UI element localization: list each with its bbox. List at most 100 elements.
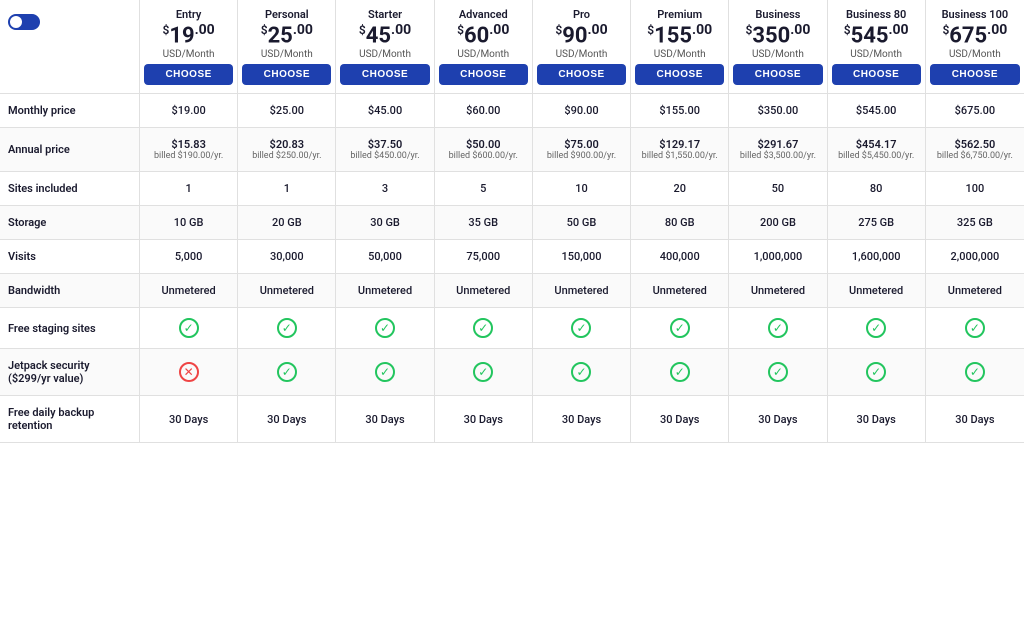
annual-price-main: $15.83 — [171, 138, 206, 151]
check-icon: ✓ — [277, 318, 297, 338]
cell-free_staging-8: ✓ — [926, 308, 1024, 348]
choose-button[interactable]: CHOOSE — [242, 64, 331, 85]
choose-button[interactable]: CHOOSE — [439, 64, 528, 85]
choose-button[interactable]: CHOOSE — [832, 64, 921, 85]
annual-price-sub: billed $1,550.00/yr. — [642, 151, 718, 161]
check-icon: ✓ — [768, 362, 788, 382]
cell-sites-8: 100 — [926, 172, 1024, 205]
cell-backup-6: 30 Days — [729, 396, 827, 442]
check-icon: ✓ — [670, 362, 690, 382]
cell-monthly_price-4: $90.00 — [533, 94, 631, 127]
plan-name: Personal — [242, 8, 331, 21]
plan-header-personal: Personal $25.00 USD/Month CHOOSE — [238, 0, 336, 93]
cell-annual_price-4: $75.00billed $900.00/yr. — [533, 128, 631, 171]
cell-sites-2: 3 — [336, 172, 434, 205]
cell-visits-1: 30,000 — [238, 240, 336, 273]
plan-name: Advanced — [439, 8, 528, 21]
cell-backup-4: 30 Days — [533, 396, 631, 442]
cell-annual_price-0: $15.83billed $190.00/yr. — [140, 128, 238, 171]
cell-jetpack-8: ✓ — [926, 349, 1024, 395]
plan-price: $19.00 — [144, 23, 233, 47]
cell-bandwidth-5: Unmetered — [631, 274, 729, 307]
check-icon: ✓ — [375, 318, 395, 338]
choose-button[interactable]: CHOOSE — [537, 64, 626, 85]
cell-free_staging-5: ✓ — [631, 308, 729, 348]
check-icon: ✓ — [670, 318, 690, 338]
annual-price-sub: billed $5,450.00/yr. — [838, 151, 914, 161]
cell-bandwidth-3: Unmetered — [435, 274, 533, 307]
plan-price: $155.00 — [635, 23, 724, 47]
row-visits: Visits5,00030,00050,00075,000150,000400,… — [0, 240, 1024, 274]
plan-header-advanced: Advanced $60.00 USD/Month CHOOSE — [435, 0, 533, 93]
choose-button[interactable]: CHOOSE — [144, 64, 233, 85]
plan-header-entry: Entry $19.00 USD/Month CHOOSE — [140, 0, 238, 93]
cell-storage-5: 80 GB — [631, 206, 729, 239]
cell-annual_price-6: $291.67billed $3,500.00/yr. — [729, 128, 827, 171]
cell-sites-7: 80 — [828, 172, 926, 205]
plan-price: $45.00 — [340, 23, 429, 47]
cell-storage-3: 35 GB — [435, 206, 533, 239]
cell-monthly_price-3: $60.00 — [435, 94, 533, 127]
plan-name: Starter — [340, 8, 429, 21]
cell-monthly_price-7: $545.00 — [828, 94, 926, 127]
cell-storage-8: 325 GB — [926, 206, 1024, 239]
check-icon: ✓ — [965, 318, 985, 338]
cell-monthly_price-6: $350.00 — [729, 94, 827, 127]
annual-price-main: $562.50 — [954, 138, 995, 151]
cell-free_staging-0: ✓ — [140, 308, 238, 348]
choose-button[interactable]: CHOOSE — [930, 64, 1020, 85]
cell-monthly_price-0: $19.00 — [140, 94, 238, 127]
cell-backup-1: 30 Days — [238, 396, 336, 442]
label-free_staging: Free staging sites — [0, 308, 140, 348]
cell-storage-0: 10 GB — [140, 206, 238, 239]
annual-price-sub: billed $600.00/yr. — [449, 151, 518, 161]
cell-jetpack-3: ✓ — [435, 349, 533, 395]
choose-button[interactable]: CHOOSE — [635, 64, 724, 85]
cell-visits-2: 50,000 — [336, 240, 434, 273]
annual-price-main: $129.17 — [659, 138, 700, 151]
cell-visits-5: 400,000 — [631, 240, 729, 273]
plan-header-pro: Pro $90.00 USD/Month CHOOSE — [533, 0, 631, 93]
plan-currency: USD/Month — [635, 49, 724, 60]
cell-storage-7: 275 GB — [828, 206, 926, 239]
plan-name: Entry — [144, 8, 233, 21]
cell-bandwidth-7: Unmetered — [828, 274, 926, 307]
cell-annual_price-2: $37.50billed $450.00/yr. — [336, 128, 434, 171]
row-free_staging: Free staging sites✓✓✓✓✓✓✓✓✓ — [0, 308, 1024, 349]
plan-currency: USD/Month — [733, 49, 822, 60]
row-bandwidth: BandwidthUnmeteredUnmeteredUnmeteredUnme… — [0, 274, 1024, 308]
annual-price-sub: billed $900.00/yr. — [547, 151, 616, 161]
choose-button[interactable]: CHOOSE — [340, 64, 429, 85]
cell-bandwidth-2: Unmetered — [336, 274, 434, 307]
plan-currency: USD/Month — [930, 49, 1020, 60]
cell-sites-1: 1 — [238, 172, 336, 205]
cell-annual_price-7: $454.17billed $5,450.00/yr. — [828, 128, 926, 171]
plan-name: Pro — [537, 8, 626, 21]
row-backup: Free daily backup retention30 Days30 Day… — [0, 396, 1024, 443]
check-icon: ✓ — [965, 362, 985, 382]
cell-backup-5: 30 Days — [631, 396, 729, 442]
cell-monthly_price-8: $675.00 — [926, 94, 1024, 127]
cell-jetpack-6: ✓ — [729, 349, 827, 395]
cell-annual_price-5: $129.17billed $1,550.00/yr. — [631, 128, 729, 171]
label-monthly_price: Monthly price — [0, 94, 140, 127]
cell-monthly_price-1: $25.00 — [238, 94, 336, 127]
cell-sites-6: 50 — [729, 172, 827, 205]
check-icon: ✓ — [473, 318, 493, 338]
annual-price-sub: billed $450.00/yr. — [350, 151, 419, 161]
cell-free_staging-2: ✓ — [336, 308, 434, 348]
billing-toggle-switch[interactable] — [8, 14, 40, 30]
plan-price: $545.00 — [832, 23, 921, 47]
cell-backup-2: 30 Days — [336, 396, 434, 442]
cell-bandwidth-4: Unmetered — [533, 274, 631, 307]
cell-storage-4: 50 GB — [533, 206, 631, 239]
cell-sites-5: 20 — [631, 172, 729, 205]
plan-header-business-80: Business 80 $545.00 USD/Month CHOOSE — [828, 0, 926, 93]
plan-header-business: Business $350.00 USD/Month CHOOSE — [729, 0, 827, 93]
choose-button[interactable]: CHOOSE — [733, 64, 822, 85]
plan-price: $60.00 — [439, 23, 528, 47]
plan-price: $675.00 — [930, 23, 1020, 47]
label-storage: Storage — [0, 206, 140, 239]
check-icon: ✓ — [571, 318, 591, 338]
row-storage: Storage10 GB20 GB30 GB35 GB50 GB80 GB200… — [0, 206, 1024, 240]
